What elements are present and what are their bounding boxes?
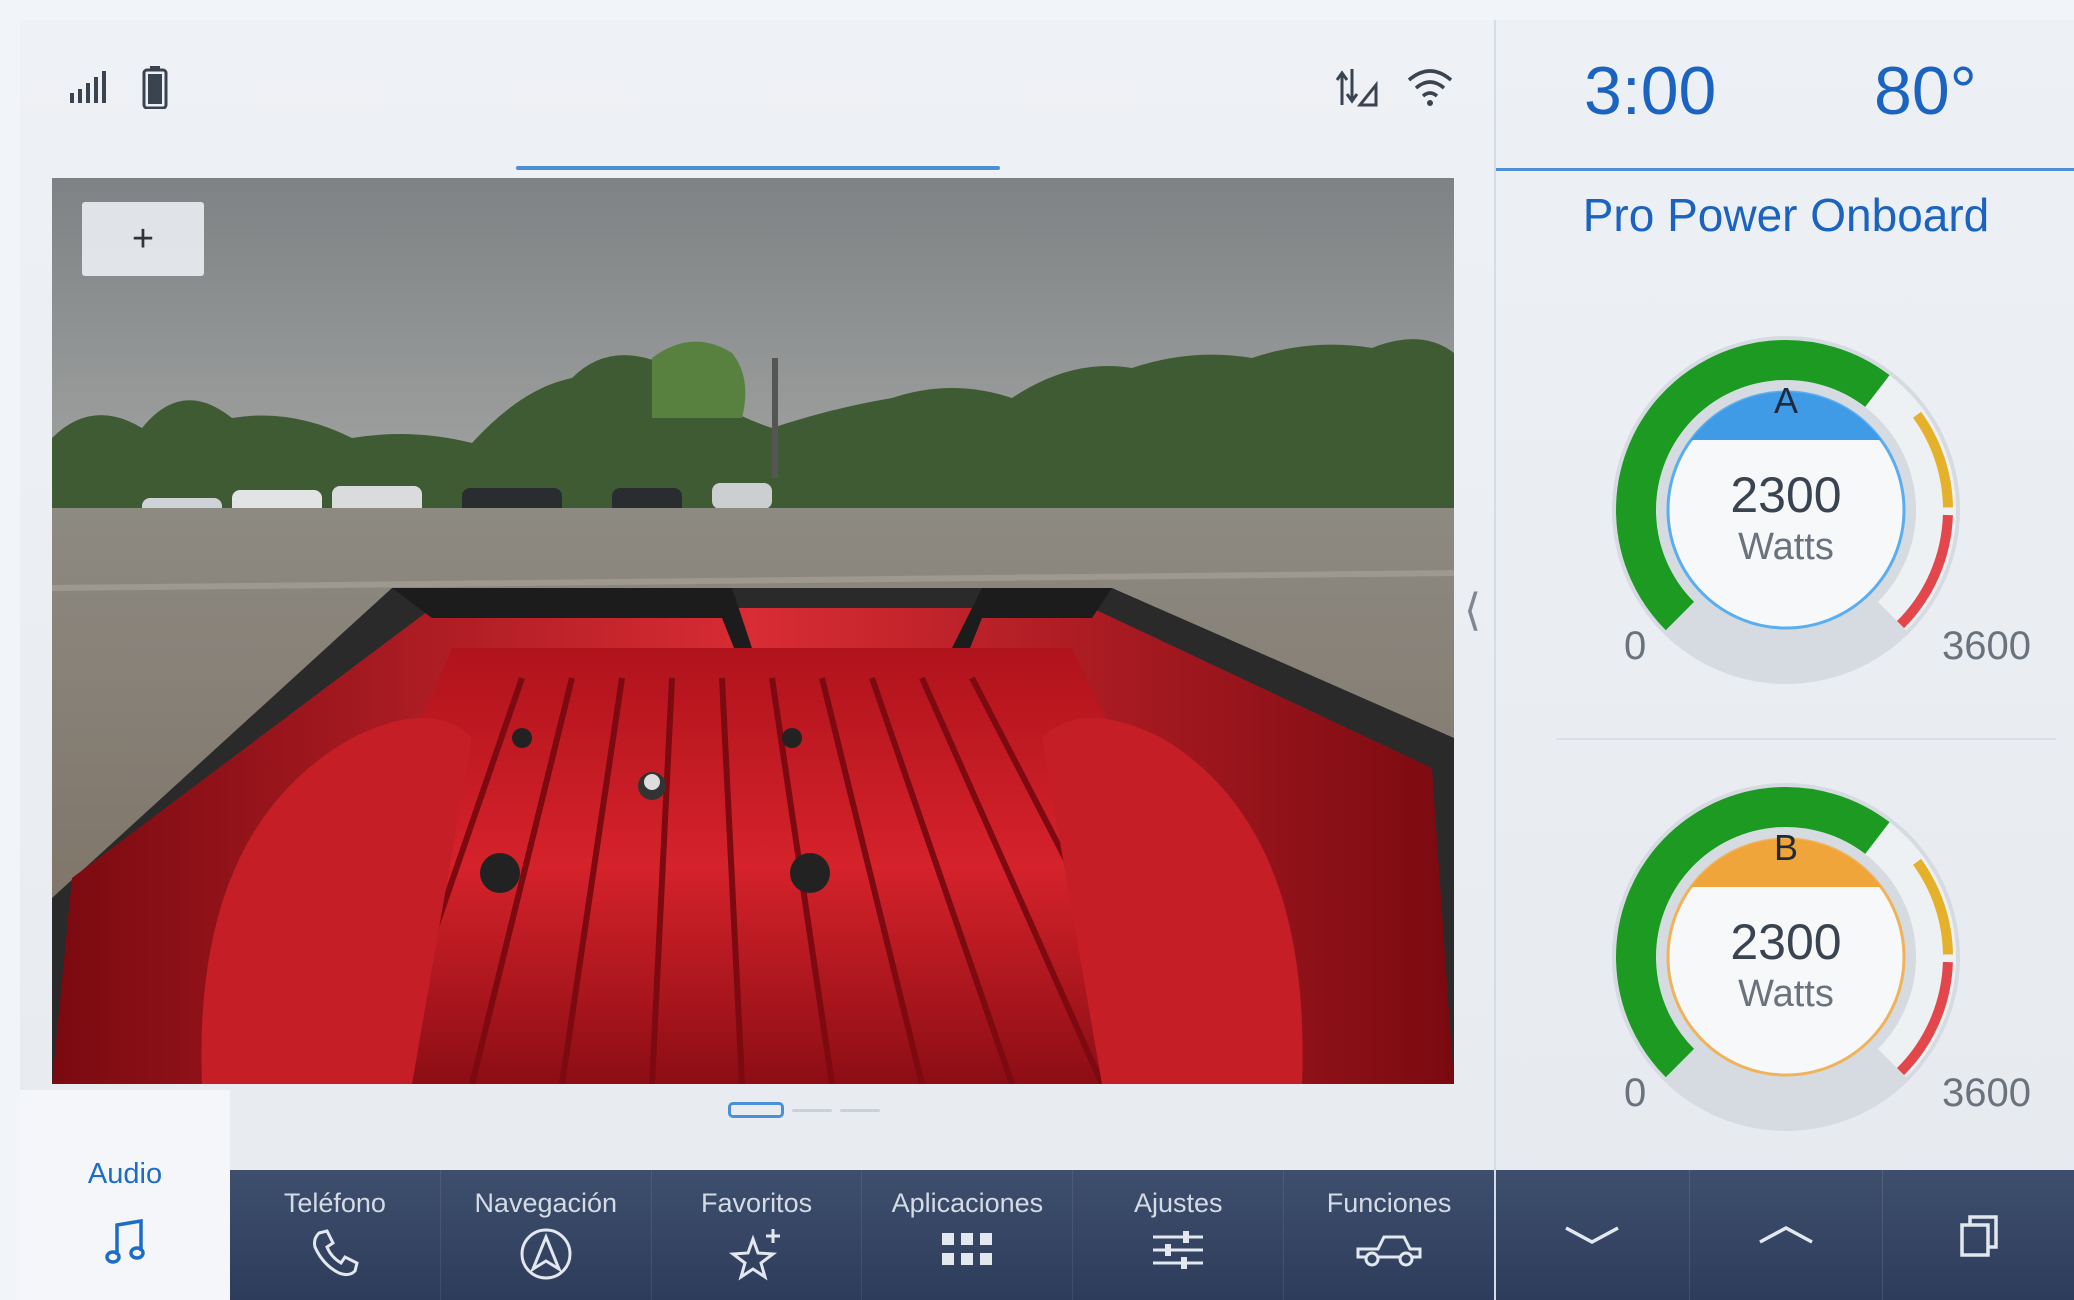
gauge-min-label: 0 <box>1624 1071 1647 1115</box>
zoom-in-button[interactable]: + <box>82 202 204 276</box>
dock-label: Ajustes <box>1133 1188 1223 1218</box>
outlet-a-gauge[interactable]: A 2300 Watts 0 3600 <box>1496 310 2074 710</box>
wifi-icon <box>1406 67 1454 107</box>
audio-label: Audio <box>87 1158 163 1190</box>
clock: 3:00 <box>1584 53 1717 129</box>
favorites-star-icon <box>728 1227 785 1281</box>
gauge-min-label: 0 <box>1624 624 1647 668</box>
gauge-value: 2300 <box>1730 914 1842 970</box>
dock-item-funciones[interactable]: Funciones <box>1284 1170 1494 1300</box>
chevron-down-icon <box>1562 1220 1622 1250</box>
dock-label: Aplicaciones <box>891 1188 1044 1218</box>
dock-item-telefono[interactable]: Teléfono <box>230 1170 441 1300</box>
settings-sliders-icon <box>1151 1227 1205 1273</box>
dock-item-ajustes[interactable]: Ajustes <box>1073 1170 1285 1300</box>
page-dot <box>792 1108 832 1112</box>
navigation-icon <box>519 1227 573 1281</box>
phone-battery-icon <box>142 65 168 109</box>
dock-label: Teléfono <box>283 1188 386 1218</box>
gauge-value: 2300 <box>1730 467 1842 523</box>
outside-temperature: 80° <box>1874 53 1977 129</box>
panel-divider <box>1496 168 2074 171</box>
audio-tab[interactable]: Audio <box>20 1090 230 1300</box>
main-area: + ⟨ Audio Teléfono Navegación Favoritos … <box>20 20 1494 1300</box>
dock-label: Funciones <box>1326 1188 1452 1218</box>
gauge-letter: A <box>1773 380 1798 421</box>
sync-screen: + ⟨ Audio Teléfono Navegación Favoritos … <box>20 20 2074 1300</box>
status-bar <box>20 20 1494 170</box>
gauge-letter: B <box>1773 827 1798 868</box>
panel-dock <box>1496 1170 2074 1300</box>
gauge-max-label: 3600 <box>1942 624 2031 668</box>
dock-label: Favoritos <box>701 1188 813 1218</box>
page-dot <box>840 1108 880 1112</box>
pro-power-panel: 3:00 80° Pro Power Onboard A 2300 Watts … <box>1494 20 2074 1300</box>
truck-features-icon <box>1354 1227 1424 1273</box>
gauge-unit: Watts <box>1738 526 1834 568</box>
panel-title: Pro Power Onboard <box>1582 189 1990 241</box>
truck-bed-camera-view[interactable]: + <box>52 178 1454 1084</box>
copy-windows-icon <box>1958 1211 2002 1259</box>
chevron-up-icon <box>1756 1220 1816 1250</box>
data-transfer-icon <box>1334 65 1378 109</box>
bottom-dock: Teléfono Navegación Favoritos Aplicacion… <box>230 1170 1494 1300</box>
apps-grid-icon <box>940 1227 994 1273</box>
phone-icon <box>309 1227 361 1279</box>
scroll-up-button[interactable] <box>1690 1170 1884 1300</box>
gauge-unit: Watts <box>1738 973 1834 1015</box>
signal-strength-icon <box>68 69 112 105</box>
outlet-b-gauge[interactable]: B 2300 Watts 0 3600 <box>1496 757 2074 1157</box>
dock-item-aplicaciones[interactable]: Aplicaciones <box>862 1170 1074 1300</box>
scroll-down-button[interactable] <box>1496 1170 1690 1300</box>
dock-label: Navegación <box>474 1188 618 1218</box>
gauge-max-label: 3600 <box>1942 1071 2031 1115</box>
dock-item-navegacion[interactable]: Navegación <box>441 1170 652 1300</box>
active-page-indicator <box>516 166 1000 170</box>
dock-item-favoritos[interactable]: Favoritos <box>652 1170 863 1300</box>
page-dot-active <box>728 1102 784 1118</box>
music-note-icon <box>105 1219 145 1265</box>
gauge-separator <box>1556 738 2056 740</box>
card-view-button[interactable] <box>1883 1170 2074 1300</box>
collapse-panel-chevron-icon[interactable]: ⟨ <box>1464 585 1481 636</box>
page-dots <box>728 1102 880 1118</box>
